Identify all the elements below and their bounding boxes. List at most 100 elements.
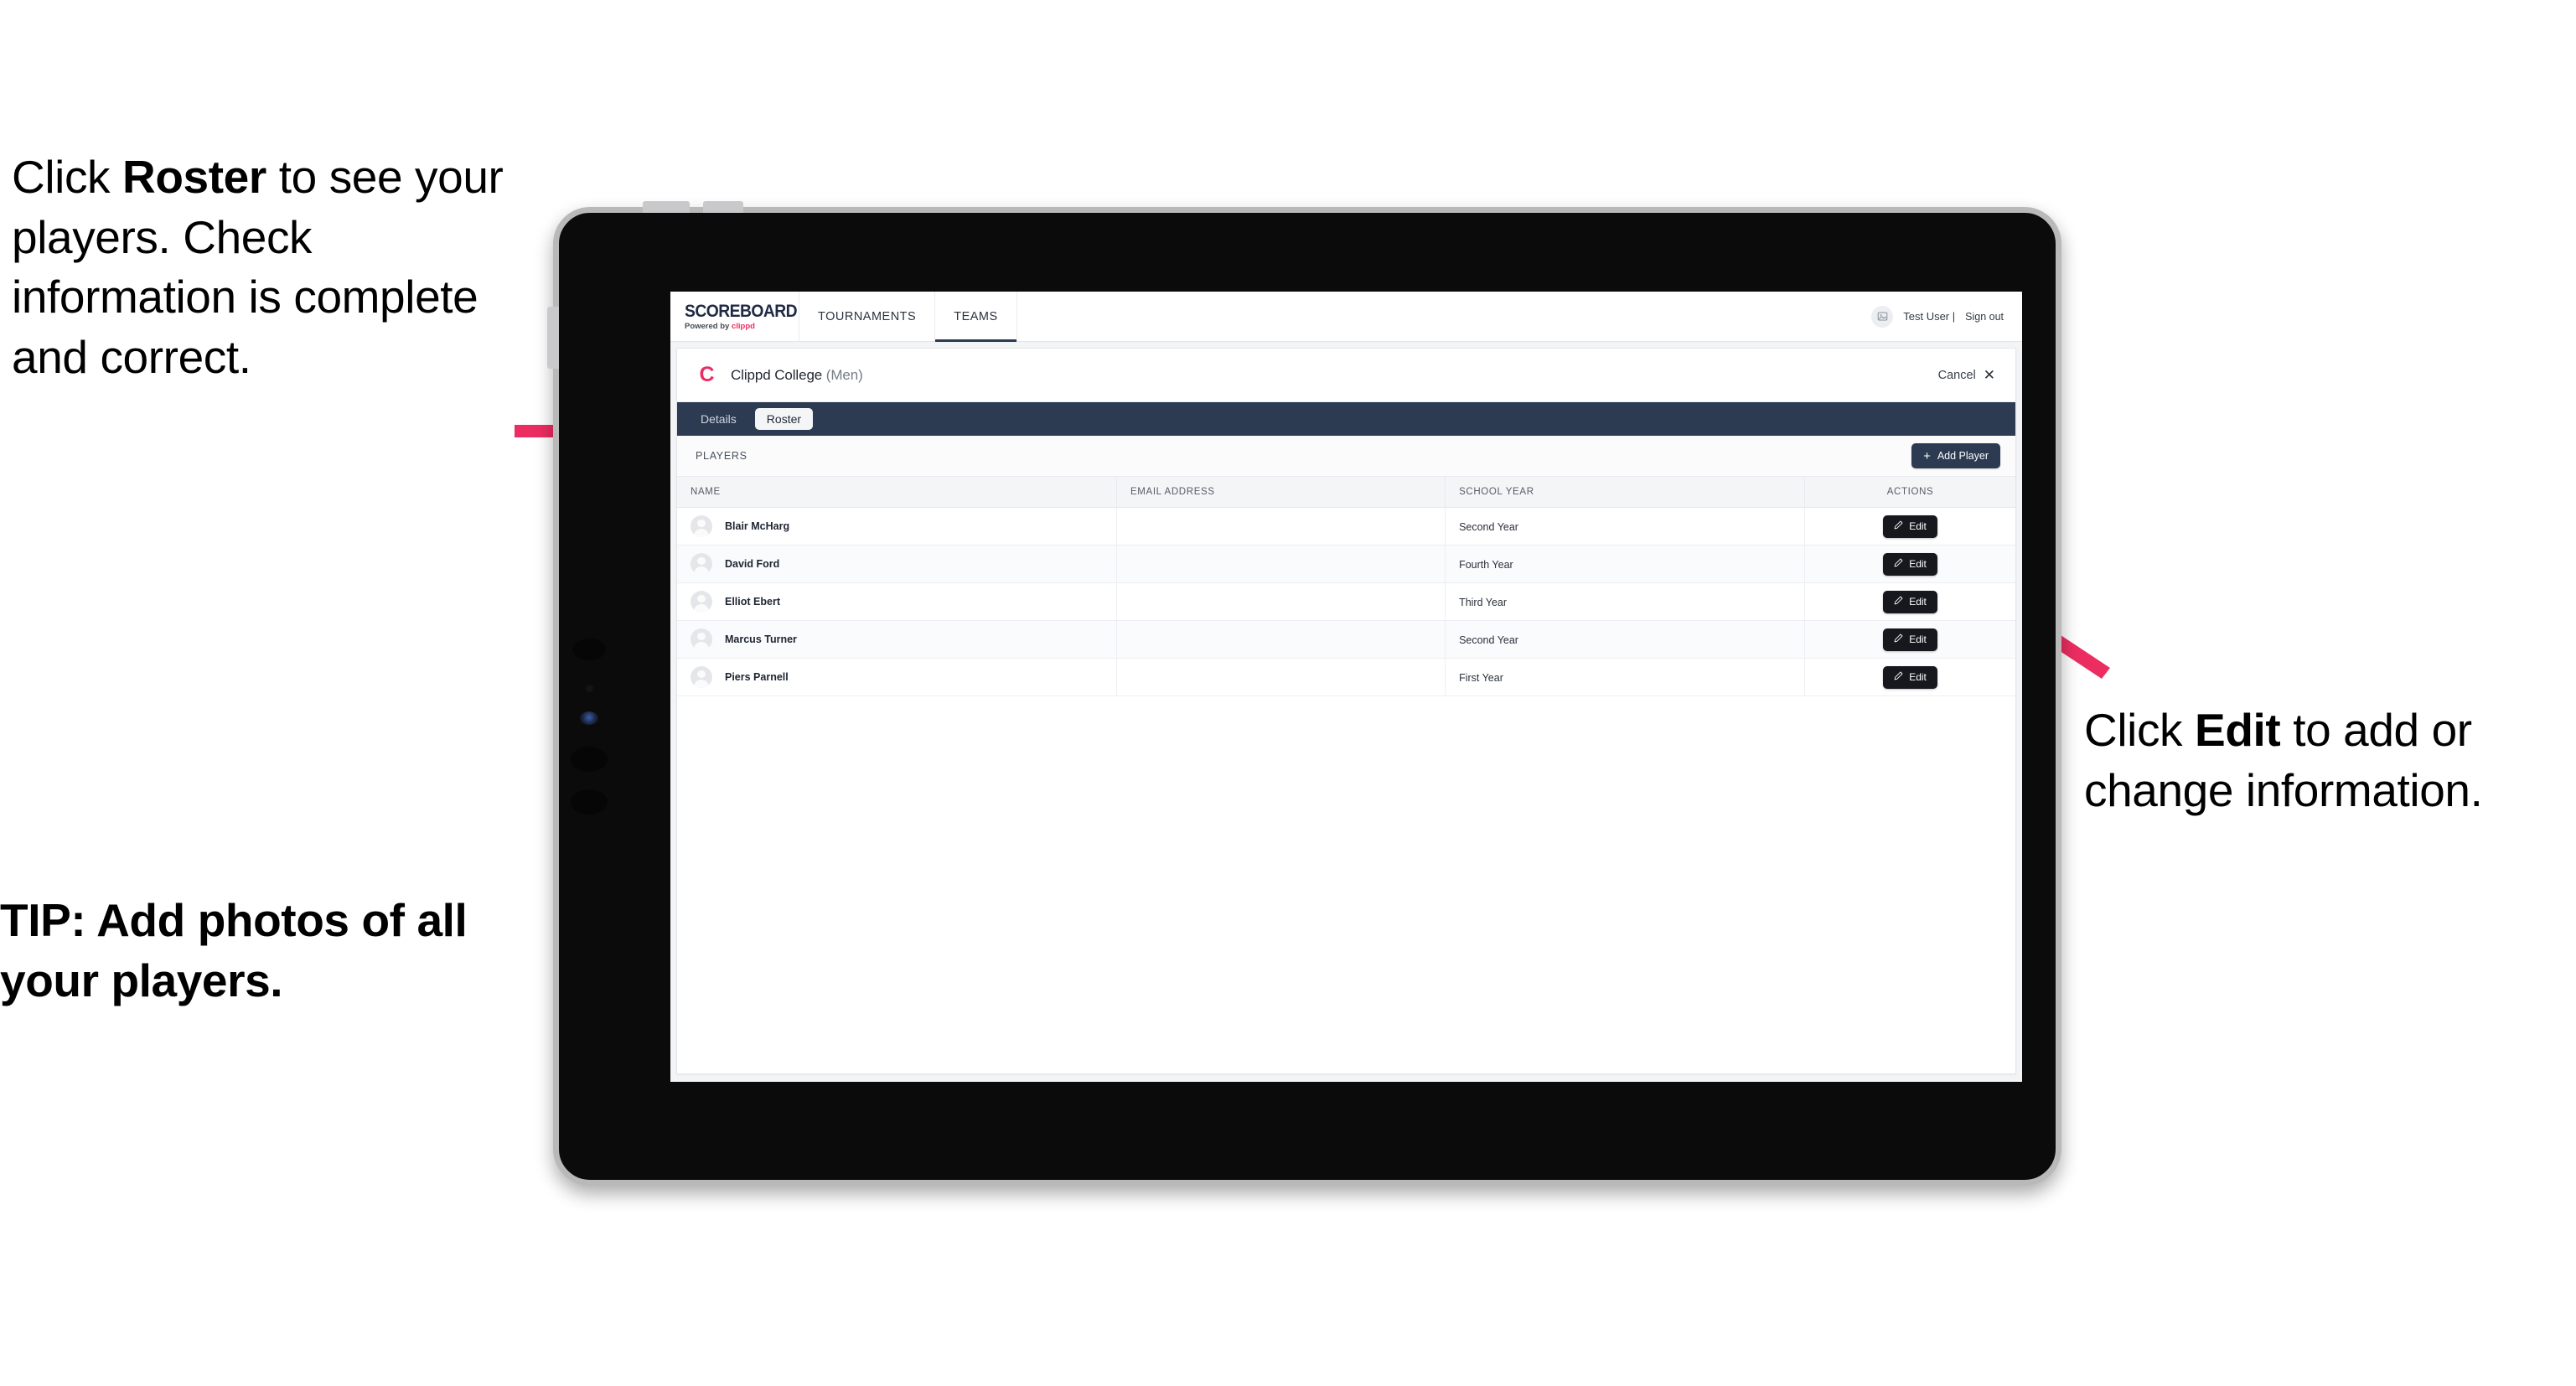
player-name-label: Marcus Turner — [725, 634, 797, 645]
edit-player-button[interactable]: Edit — [1883, 665, 1937, 689]
player-school-year-label: Second Year — [1459, 520, 1518, 533]
scoreboard-wordmark: SCOREBOARD — [685, 301, 798, 321]
edit-player-button[interactable]: Edit — [1883, 590, 1937, 613]
clippd-c-logo-icon: C — [699, 363, 715, 386]
player-name-label: Piers Parnell — [725, 671, 789, 683]
cell-player-school-year: Second Year — [1445, 620, 1806, 659]
edit-player-button[interactable]: Edit — [1883, 628, 1937, 651]
app-top-navigation: SCOREBOARD Powered by clippd TOURNAMENTS… — [670, 292, 2022, 342]
table-row: Piers Parnell First Year Edit — [677, 658, 2015, 696]
tablet-screen: SCOREBOARD Powered by clippd TOURNAMENTS… — [670, 292, 2022, 1082]
edit-button-label: Edit — [1909, 520, 1927, 532]
page-body: C Clippd College (Men) Cancel ✕ Details … — [670, 342, 2022, 1082]
tablet-device-frame: SCOREBOARD Powered by clippd TOURNAMENTS… — [547, 201, 2061, 1186]
column-header-school-year[interactable]: SCHOOL YEAR — [1445, 477, 1806, 508]
player-name-label: David Ford — [725, 558, 780, 570]
roster-table: NAME EMAIL ADDRESS SCHOOL YEAR ACTIONS B… — [677, 477, 2015, 696]
account-area: Test User | Sign out — [1871, 292, 2022, 341]
column-header-actions: ACTIONS — [1804, 477, 2015, 508]
cell-player-name: Marcus Turner — [677, 620, 1117, 659]
nav-tab-teams[interactable]: TEAMS — [935, 292, 1017, 342]
powered-by-clippd-label: Powered by clippd — [685, 323, 799, 331]
players-toolbar: PLAYERS + Add Player — [677, 436, 2015, 477]
edit-button-label: Edit — [1909, 596, 1927, 608]
callout-photo-tip: TIP: Add photos of all your players. — [0, 894, 468, 1006]
player-name-label: Elliot Ebert — [725, 596, 780, 608]
avatar — [691, 666, 712, 688]
column-header-name[interactable]: NAME — [677, 477, 1117, 508]
speaker-grille-icon-3 — [571, 789, 608, 815]
table-row: Marcus Turner Second Year Edit — [677, 620, 2015, 659]
cell-actions: Edit — [1804, 582, 2015, 621]
cell-player-school-year: Third Year — [1445, 582, 1806, 621]
volume-down-button[interactable] — [703, 201, 743, 213]
table-header-row: NAME EMAIL ADDRESS SCHOOL YEAR ACTIONS — [677, 477, 2015, 508]
tab-roster[interactable]: Roster — [754, 408, 814, 430]
team-gender-text: (Men) — [825, 366, 863, 383]
team-sub-tab-bar: Details Roster — [677, 402, 2015, 436]
player-school-year-label: Fourth Year — [1459, 558, 1513, 571]
cell-player-name: Blair McHarg — [677, 507, 1117, 546]
close-icon: ✕ — [1983, 367, 1995, 383]
callout-roster-instruction: Click Roster to see your players. Check … — [12, 147, 548, 387]
table-row: Blair McHarg Second Year Edit — [677, 507, 2015, 546]
cell-actions: Edit — [1804, 620, 2015, 659]
powered-by-text: Powered by — [685, 321, 732, 331]
player-school-year-label: First Year — [1459, 671, 1503, 684]
nav-tab-tournaments[interactable]: TOURNAMENTS — [799, 292, 936, 341]
cell-player-name: Elliot Ebert — [677, 582, 1117, 621]
cancel-button[interactable]: Cancel ✕ — [1938, 368, 1995, 382]
speaker-grille-icon — [572, 639, 606, 660]
sign-out-link[interactable]: Sign out — [1965, 311, 2004, 323]
team-name-text: Clippd College — [731, 366, 826, 383]
team-card: C Clippd College (Men) Cancel ✕ Details … — [676, 348, 2016, 1074]
pencil-icon — [1894, 558, 1903, 570]
front-camera-icon — [580, 711, 598, 725]
ambient-sensor-icon — [586, 685, 593, 692]
pencil-icon — [1894, 520, 1903, 532]
clippd-brand-text: clippd — [731, 321, 755, 331]
column-header-email[interactable]: EMAIL ADDRESS — [1116, 477, 1446, 508]
pencil-icon — [1894, 634, 1903, 645]
avatar — [691, 553, 712, 575]
callout-roster-text-bold: Roster — [122, 151, 266, 203]
volume-up-button[interactable] — [643, 201, 690, 213]
players-section-title: PLAYERS — [696, 450, 747, 462]
pencil-icon — [1894, 671, 1903, 683]
cell-player-email — [1116, 658, 1446, 696]
add-player-button[interactable]: + Add Player — [1911, 443, 2000, 468]
avatar — [691, 628, 712, 650]
plus-icon: + — [1923, 448, 1931, 463]
speaker-grille-icon-2 — [571, 747, 608, 772]
edit-button-label: Edit — [1909, 671, 1927, 683]
callout-roster-text-pre: Click — [12, 151, 123, 203]
table-row: Elliot Ebert Third Year Edit — [677, 582, 2015, 621]
avatar — [691, 515, 712, 537]
power-button[interactable] — [547, 307, 559, 369]
cell-actions: Edit — [1804, 545, 2015, 583]
player-school-year-label: Third Year — [1459, 596, 1508, 608]
table-empty-space — [677, 696, 2015, 1073]
team-name-title: Clippd College (Men) — [731, 367, 863, 384]
cell-player-school-year: First Year — [1445, 658, 1806, 696]
edit-player-button[interactable]: Edit — [1883, 515, 1937, 538]
cell-actions: Edit — [1804, 507, 2015, 546]
user-name-label: Test User | — [1903, 310, 1956, 323]
player-school-year-label: Second Year — [1459, 634, 1518, 646]
avatar — [691, 591, 712, 613]
cancel-label: Cancel — [1937, 368, 1976, 382]
tab-details[interactable]: Details — [689, 408, 748, 430]
edit-button-label: Edit — [1909, 558, 1927, 570]
roster-table-body: Blair McHarg Second Year Edit David Ford Fou… — [677, 507, 2015, 696]
user-photo-icon[interactable] — [1871, 305, 1894, 328]
callout-edit-text-pre: Click — [2084, 704, 2196, 756]
cell-player-name: David Ford — [677, 545, 1117, 583]
scoreboard-logo[interactable]: SCOREBOARD Powered by clippd — [670, 292, 799, 341]
cell-player-email — [1116, 507, 1446, 546]
edit-button-label: Edit — [1909, 634, 1927, 645]
cell-player-email — [1116, 545, 1446, 583]
pencil-icon — [1894, 596, 1903, 608]
player-name-label: Blair McHarg — [725, 520, 790, 532]
team-header: C Clippd College (Men) Cancel ✕ — [677, 349, 2015, 402]
edit-player-button[interactable]: Edit — [1883, 552, 1937, 576]
